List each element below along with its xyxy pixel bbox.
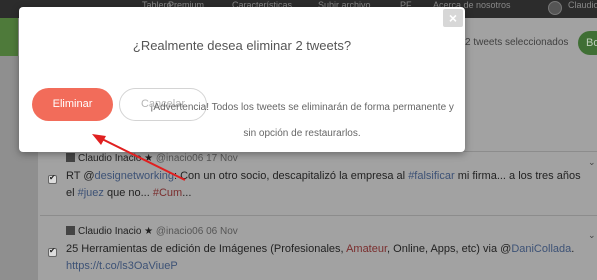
- annotation-arrow: [92, 134, 186, 181]
- arrow-line: [99, 137, 186, 181]
- arrow-head: [92, 134, 106, 145]
